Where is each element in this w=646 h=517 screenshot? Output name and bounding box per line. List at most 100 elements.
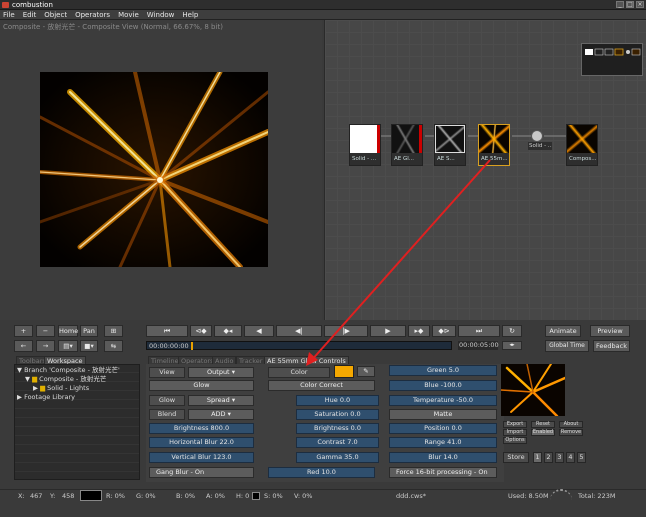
node-thumbnail: [479, 125, 509, 153]
eyedropper-icon[interactable]: ✎: [357, 366, 375, 377]
node-thumbnail: [435, 125, 465, 153]
time-ruler[interactable]: 00:00:00:00: [146, 341, 452, 350]
time-options-button[interactable]: ◂▸: [502, 341, 522, 350]
maximize-icon[interactable]: □: [626, 1, 634, 8]
red-slider[interactable]: Red 10.0: [268, 467, 375, 478]
next-key-button[interactable]: ▸◆: [408, 325, 430, 337]
store-slot-4[interactable]: 4: [566, 452, 575, 463]
node-ae-glow[interactable]: AE Gl...: [391, 124, 423, 166]
animate-button[interactable]: Animate: [545, 325, 581, 337]
brightness-slider[interactable]: Brightness 800.0: [149, 423, 254, 434]
color-swatch[interactable]: [334, 365, 354, 378]
memory-used: Used: 8.50M: [508, 492, 549, 500]
node-solid-small[interactable]: [531, 130, 543, 142]
menu-help[interactable]: Help: [182, 10, 198, 19]
playhead[interactable]: [191, 342, 193, 350]
store-button[interactable]: Store: [503, 452, 529, 463]
green-slider[interactable]: Green 5.0: [389, 365, 497, 376]
node-composite[interactable]: Compos...: [566, 124, 598, 166]
menu-movie[interactable]: Movie: [118, 10, 139, 19]
blend-dropdown[interactable]: ADD ▾: [188, 409, 254, 420]
pan-button[interactable]: Pan: [80, 325, 98, 337]
forward-arrow-icon[interactable]: →: [36, 340, 55, 352]
blur-slider[interactable]: Blur 14.0: [389, 452, 497, 463]
temperature-slider[interactable]: Temperature -50.0: [389, 395, 497, 406]
store-slot-1[interactable]: 1: [533, 452, 542, 463]
prev-key-button[interactable]: ◆◂: [214, 325, 242, 337]
step-key-back-button[interactable]: ⊲◆: [190, 325, 212, 337]
zoom-out-button[interactable]: −: [36, 325, 55, 337]
step-forward-button[interactable]: |▶: [324, 325, 368, 337]
viewer-layout-button[interactable]: ⊞: [104, 325, 123, 337]
gang-blur-toggle[interactable]: Gang Blur - On: [149, 467, 254, 478]
hsv-swatch: [252, 492, 260, 500]
contrast-slider[interactable]: Contrast 7.0: [296, 437, 379, 448]
menu-file[interactable]: File: [3, 10, 15, 19]
menu-object[interactable]: Object: [44, 10, 67, 19]
tree-item-solid[interactable]: ▶ ▆ Solid - Lights: [33, 384, 89, 392]
close-icon[interactable]: ×: [636, 1, 644, 8]
color-label: Color: [268, 367, 330, 378]
tree-row: [15, 464, 139, 472]
enabled-button[interactable]: Enabled: [531, 429, 555, 436]
range-slider[interactable]: Range 41.0: [389, 437, 497, 448]
options-button[interactable]: Options: [503, 437, 527, 444]
horizontal-blur-slider[interactable]: Horizontal Blur 22.0: [149, 437, 254, 448]
vertical-blur-slider[interactable]: Vertical Blur 123.0: [149, 452, 254, 463]
reset-button[interactable]: Reset: [531, 421, 555, 428]
back-arrow-icon[interactable]: ←: [14, 340, 33, 352]
view-dropdown[interactable]: Output ▾: [188, 367, 254, 378]
export-button[interactable]: Export: [503, 421, 527, 428]
saturation-slider[interactable]: Saturation 0.0: [296, 409, 379, 420]
compare-button[interactable]: ⇆: [104, 340, 123, 352]
file-name: ddd.cws*: [396, 492, 426, 500]
green-readout: G: 0%: [136, 492, 156, 500]
about-button[interactable]: About: [559, 421, 583, 428]
memory-total: Total: 223M: [578, 492, 616, 500]
preview-button[interactable]: Preview: [590, 325, 630, 337]
render-preview-image[interactable]: [40, 72, 268, 267]
step-key-forward-button[interactable]: ◆⊳: [432, 325, 456, 337]
menu-edit[interactable]: Edit: [23, 10, 37, 19]
import-button[interactable]: Import: [503, 429, 527, 436]
schematic-navigator[interactable]: [581, 43, 643, 76]
tree-item-footage-library[interactable]: ▶ Footage Library: [17, 393, 75, 401]
play-backward-button[interactable]: ◀: [244, 325, 274, 337]
blue-slider[interactable]: Blue -100.0: [389, 380, 497, 391]
force-16bit-toggle[interactable]: Force 16-bit processing - On: [389, 467, 497, 478]
color-brightness-slider[interactable]: Brightness 0.0: [296, 423, 379, 434]
color-mode-button[interactable]: ■▾: [80, 340, 98, 352]
menu-operators[interactable]: Operators: [75, 10, 110, 19]
glow-mode-dropdown[interactable]: Spread ▾: [188, 395, 254, 406]
workspace-tree[interactable]: ▼ Branch 'Composite - 放射光芒' ▼ ▆ Composit…: [14, 364, 140, 480]
node-ae-55mm-glow[interactable]: AE 55m...: [478, 124, 510, 166]
tree-item-composite[interactable]: ▼ ▆ Composite - 放射光芒: [25, 375, 106, 383]
position-slider[interactable]: Position 0.0: [389, 423, 497, 434]
store-slot-3[interactable]: 3: [555, 452, 564, 463]
node-thumbnail: [350, 125, 380, 153]
loop-button[interactable]: ↻: [502, 325, 522, 337]
y-value: 458: [62, 492, 75, 500]
minimize-icon[interactable]: _: [616, 1, 624, 8]
store-slot-5[interactable]: 5: [577, 452, 586, 463]
tree-item-branch[interactable]: ▼ Branch 'Composite - 放射光芒': [17, 366, 120, 374]
node-solid[interactable]: Solid - ...: [349, 124, 381, 166]
remove-button[interactable]: Remove: [559, 429, 583, 436]
x-value: 467: [30, 492, 43, 500]
gamma-slider[interactable]: Gamma 35.0: [296, 452, 379, 463]
menu-window[interactable]: Window: [147, 10, 175, 19]
play-forward-button[interactable]: ▶: [370, 325, 406, 337]
value-readout: V: 0%: [294, 492, 313, 500]
zoom-in-button[interactable]: +: [14, 325, 33, 337]
channels-button[interactable]: ▤▾: [58, 340, 78, 352]
global-time-button[interactable]: Global Time: [545, 340, 589, 352]
home-button[interactable]: Home: [58, 325, 78, 337]
node-ae-s[interactable]: AE S...: [434, 124, 466, 166]
store-slot-2[interactable]: 2: [544, 452, 553, 463]
end-time[interactable]: 00:00:05:00: [458, 341, 499, 350]
go-to-start-button[interactable]: ⏮: [146, 325, 188, 337]
step-back-button[interactable]: ◀|: [276, 325, 322, 337]
feedback-button[interactable]: Feedback: [593, 340, 630, 352]
go-to-end-button[interactable]: ⏭: [458, 325, 500, 337]
hue-slider[interactable]: Hue 0.0: [296, 395, 379, 406]
